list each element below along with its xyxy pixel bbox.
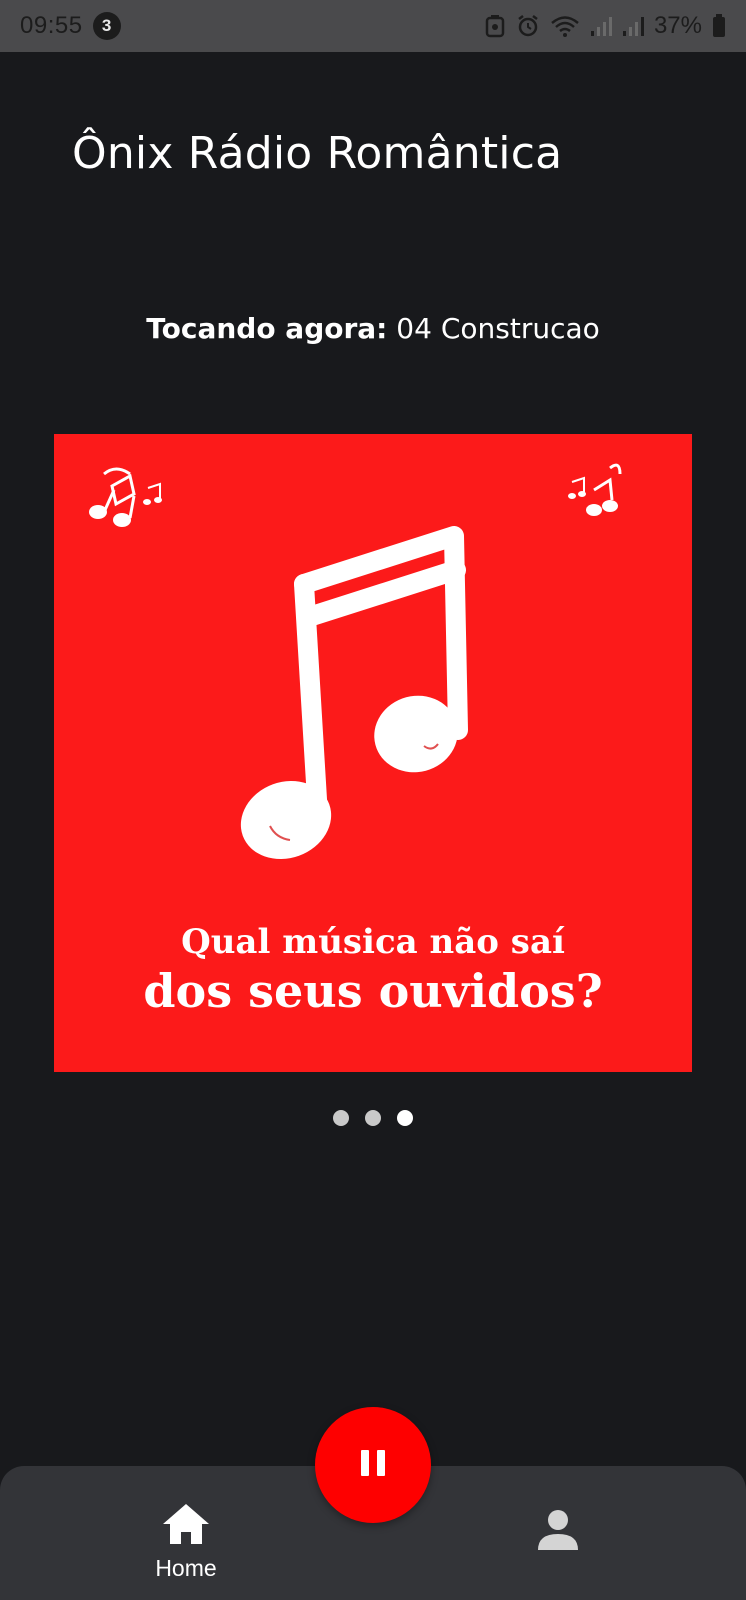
home-icon	[161, 1504, 211, 1550]
app-screen: 09:55 3 37% Ônix Rádio Romântica Tocando…	[0, 0, 746, 1600]
pause-button[interactable]	[315, 1407, 431, 1523]
signal-icon-1	[590, 15, 612, 37]
signal-icon-2	[622, 15, 644, 37]
nav-home[interactable]: Home	[146, 1502, 226, 1582]
main-music-note-icon	[240, 526, 468, 860]
now-playing-label: Tocando agora:	[146, 312, 388, 345]
small-notes-right-icon	[568, 463, 622, 516]
alarm-icon	[516, 14, 540, 38]
android-notification-icon	[484, 14, 506, 38]
status-time: 09:55	[20, 12, 83, 39]
carousel-banner[interactable]: Qual música não saí dos seus ouvidos?	[54, 434, 692, 1072]
small-notes-left-icon	[89, 467, 162, 527]
now-playing-track: 04 Construcao	[396, 312, 600, 345]
status-icons: 37%	[484, 12, 726, 40]
nav-profile[interactable]	[536, 1508, 580, 1557]
carousel-dot[interactable]	[333, 1110, 349, 1126]
carousel-dot-active[interactable]	[397, 1110, 413, 1126]
banner-text-line1: Qual música não saí	[181, 922, 565, 962]
battery-percentage: 37%	[653, 12, 702, 39]
nav-home-label: Home	[155, 1555, 217, 1581]
pause-icon	[359, 1448, 387, 1483]
banner-text-line2: dos seus ouvidos?	[143, 964, 603, 1018]
battery-icon	[712, 14, 726, 38]
status-bar: 09:55 3 37%	[0, 0, 746, 52]
notification-count-badge: 3	[92, 12, 121, 40]
carousel-indicator	[0, 1110, 746, 1126]
carousel-dot[interactable]	[365, 1110, 381, 1126]
wifi-icon	[550, 14, 580, 38]
now-playing: Tocando agora: 04 Construcao	[0, 312, 746, 345]
sound-wave-icon	[604, 124, 680, 201]
person-icon	[536, 1510, 580, 1556]
